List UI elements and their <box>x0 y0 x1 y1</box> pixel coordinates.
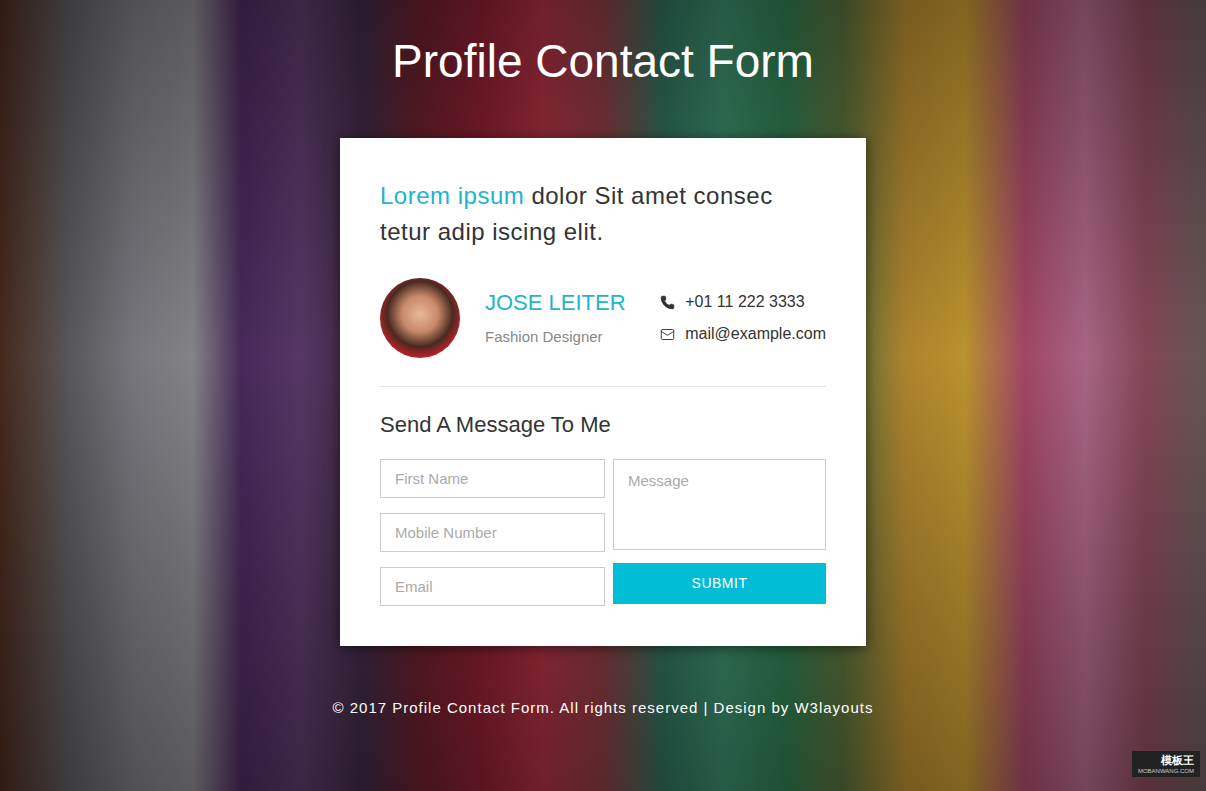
contact-item: mail@example.com <box>660 324 826 344</box>
profile-card: Lorem ipsum dolor Sit amet consec tetur … <box>340 138 866 646</box>
intro-text: Lorem ipsum dolor Sit amet consec tetur … <box>380 178 826 250</box>
contact-text: mail@example.com <box>685 324 826 344</box>
watermark-url: MOBANWANG.COM <box>1138 767 1194 775</box>
page: Profile Contact Form Lorem ipsum dolor Si… <box>0 0 1206 791</box>
text-field[interactable] <box>380 513 605 552</box>
submit-button[interactable]: SUBMIT <box>613 563 826 604</box>
phone-icon <box>660 295 675 310</box>
watermark: 模板王MOBANWANG.COM <box>1132 751 1200 777</box>
profile-row: JOSE LEITER Fashion Designer +01 11 222 33… <box>380 278 826 358</box>
contact-item: +01 11 222 3333 <box>660 292 826 312</box>
intro-highlight: Lorem ipsum <box>380 182 524 209</box>
message-column: SUBMIT <box>613 459 826 606</box>
contact-list: +01 11 222 3333 mail@example.com <box>660 292 826 344</box>
text-field[interactable] <box>380 459 605 498</box>
message-form: SUBMIT <box>380 459 826 606</box>
profile-name: JOSE LEITER <box>485 289 626 317</box>
watermark-text: 模板王 <box>1161 753 1194 767</box>
profile-role: Fashion Designer <box>485 327 626 347</box>
divider <box>380 386 826 387</box>
field-column <box>380 459 605 606</box>
page-title: Profile Contact Form <box>392 30 814 92</box>
footer-text: © 2017 Profile Contact Form. All rights … <box>333 698 874 718</box>
message-field[interactable] <box>613 459 826 550</box>
text-field[interactable] <box>380 567 605 606</box>
form-heading: Send A Message To Me <box>380 411 826 439</box>
mail-icon <box>660 327 675 342</box>
contact-text: +01 11 222 3333 <box>685 292 804 312</box>
profile-info: JOSE LEITER Fashion Designer <box>485 289 626 347</box>
avatar-photo <box>380 278 460 358</box>
